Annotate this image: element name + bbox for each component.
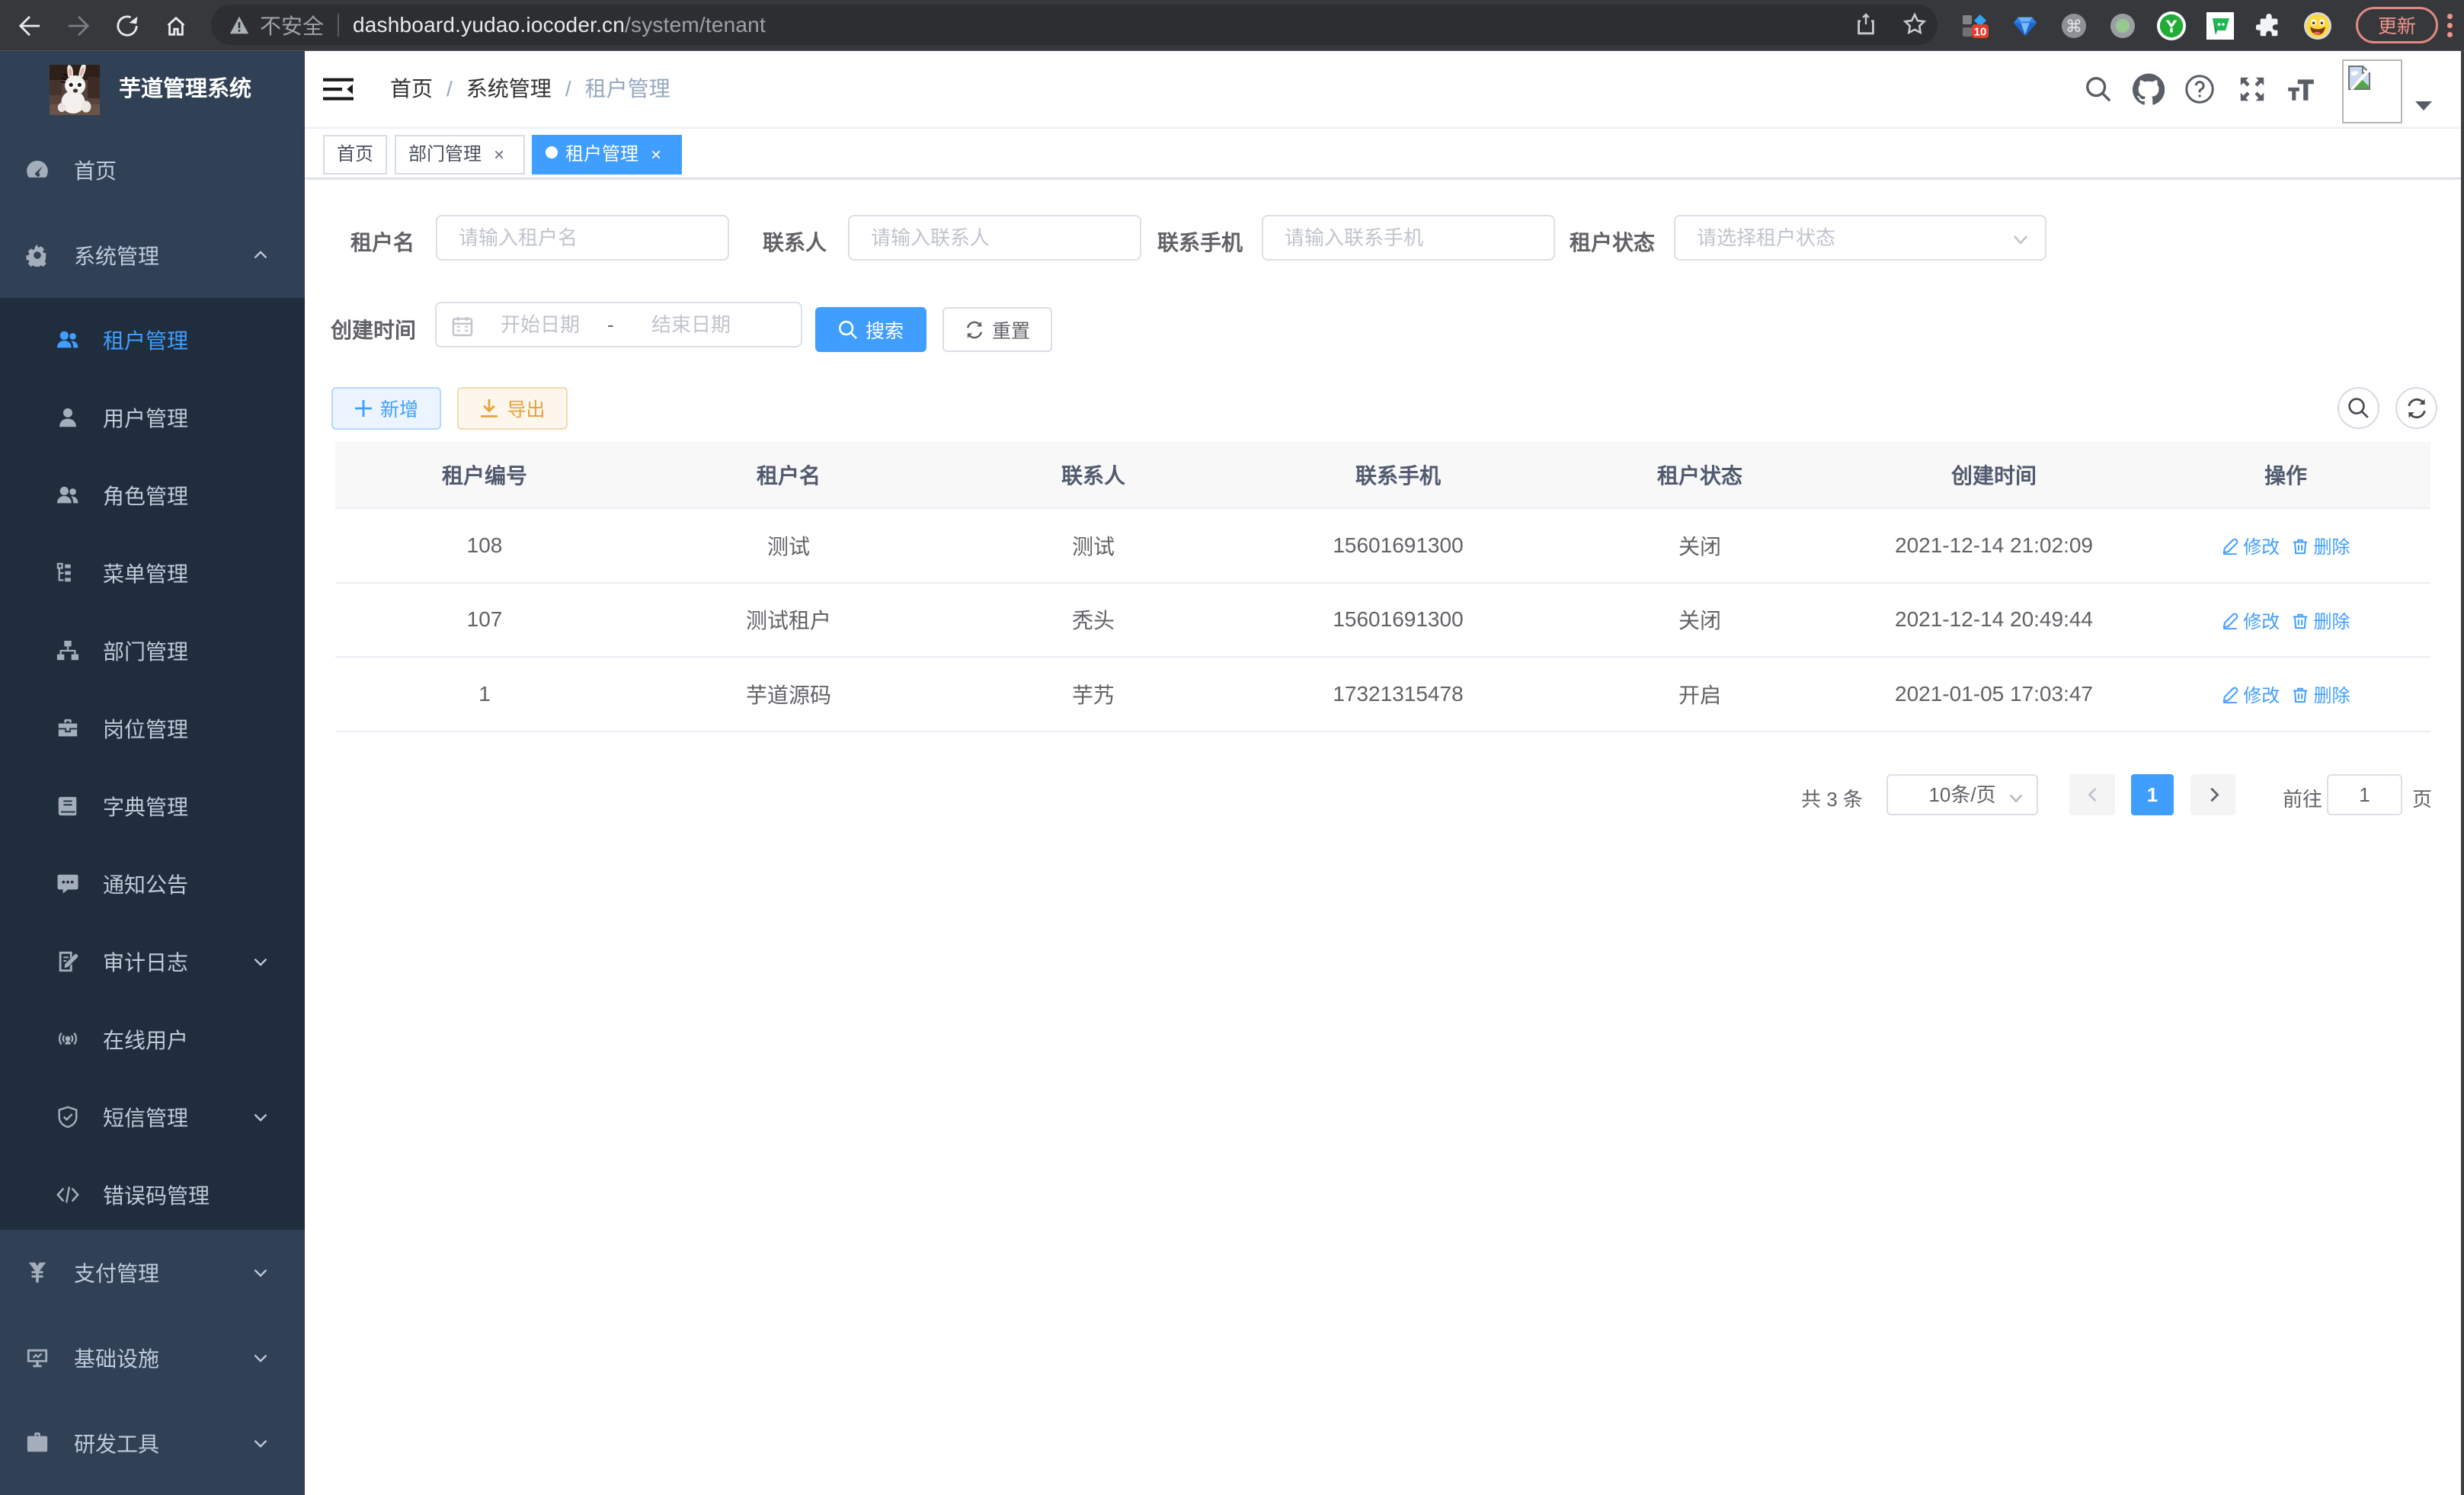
svg-text:10: 10 [1974,25,1987,38]
svg-text:⌘: ⌘ [2066,17,2082,36]
